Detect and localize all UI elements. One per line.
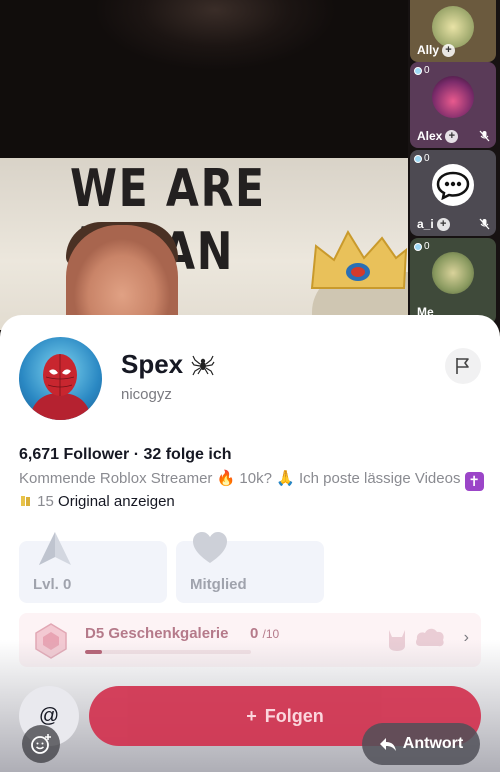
guest-count: 0 <box>414 65 430 76</box>
books-icon <box>21 496 30 506</box>
follow-label: Folgen <box>264 705 324 726</box>
guest-panel: Ally + 0 Alex + 0 a_i + 0 Me <box>408 0 500 330</box>
guest-count: 0 <box>414 241 430 252</box>
guest-avatar <box>432 76 474 118</box>
guest-name: Alex + <box>417 129 459 143</box>
profile-bio: Kommende Roblox Streamer 🔥 10k? 🙏 Ich po… <box>19 468 489 512</box>
spider-icon <box>191 355 215 375</box>
bio-text: Kommende Roblox Streamer 🔥 10k? 🙏 Ich po… <box>19 470 465 487</box>
guest-tile-ai[interactable]: 0 a_i + <box>410 150 496 236</box>
guest-tile-me[interactable]: 0 Me <box>410 238 496 324</box>
add-icon[interactable]: + <box>445 129 459 143</box>
avatar[interactable] <box>19 337 102 420</box>
guest-count: 0 <box>414 153 430 164</box>
cross-icon: ✝ <box>464 472 484 491</box>
level-label: Lvl. 0 <box>33 576 72 593</box>
level-card[interactable]: Lvl. 0 <box>19 532 167 603</box>
level-arrow-icon <box>39 532 71 565</box>
smiley-add-icon <box>31 734 51 754</box>
member-card[interactable]: Mitglied <box>176 532 324 603</box>
emoji-reaction-button[interactable] <box>22 725 60 763</box>
reply-label: Antwort <box>402 735 464 752</box>
guest-avatar <box>432 6 474 48</box>
plus-icon: + <box>246 705 257 726</box>
profile-name: Spex <box>121 349 184 379</box>
mic-muted-icon <box>479 130 490 142</box>
report-button[interactable] <box>445 348 481 384</box>
reply-button[interactable]: Antwort <box>362 723 480 765</box>
guest-tile-alex[interactable]: 0 Alex + <box>410 62 496 148</box>
profile-name-row: Spex <box>121 349 215 380</box>
live-stream-video[interactable]: WE ARE ALL MAN <box>0 0 408 330</box>
guest-name: a_i + <box>417 217 450 231</box>
bio-count: 15 <box>33 493 59 510</box>
guest-tile-ally[interactable]: Ally + <box>410 0 496 62</box>
heart-icon <box>193 532 227 563</box>
flag-icon <box>456 358 469 374</box>
member-label: Mitglied <box>190 576 247 593</box>
paper-crown-icon <box>310 229 408 289</box>
chat-bubble-icon <box>432 164 474 206</box>
guest-name: Ally + <box>417 43 456 57</box>
spiderman-avatar-image <box>29 354 92 420</box>
stream-dark-area <box>0 0 408 158</box>
reply-arrow-icon <box>379 738 396 751</box>
mic-muted-icon <box>479 218 490 230</box>
follower-stats[interactable]: 6,671 Follower · 32 folge ich <box>19 446 232 464</box>
show-original-link[interactable]: Original anzeigen <box>58 493 175 510</box>
guest-avatar <box>432 252 474 294</box>
profile-handle: nicogyz <box>121 386 172 403</box>
add-icon[interactable]: + <box>442 43 456 57</box>
add-icon[interactable]: + <box>436 217 450 231</box>
